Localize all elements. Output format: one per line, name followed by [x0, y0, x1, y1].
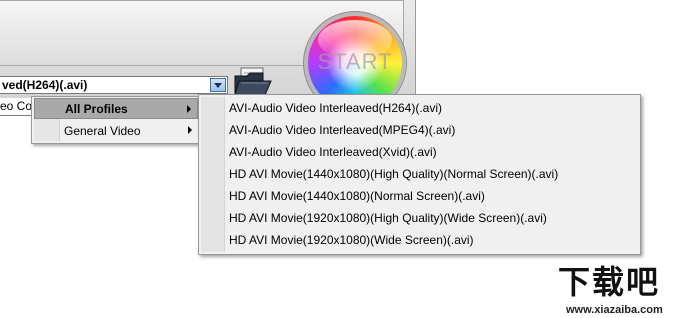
submenu-item[interactable]: HD AVI Movie(1920x1080)(Wide Screen)(.av… [229, 229, 474, 251]
profile-submenu: AVI-Audio Video Interleaved(H264)(.avi) … [198, 94, 641, 255]
site-watermark: 下载吧 www.xiazaiba.com [556, 262, 694, 318]
profile-select-value: ved(H264)(.avi) [2, 78, 88, 92]
menu-item-general-video[interactable]: General Video [34, 120, 198, 141]
profile-dropdown-button[interactable] [210, 78, 226, 92]
profile-select[interactable]: ved(H264)(.avi) [0, 76, 228, 94]
watermark-logo: 下载吧 [558, 263, 661, 301]
submenu-item[interactable]: AVI-Audio Video Interleaved(Xvid)(.avi) [229, 141, 437, 163]
submenu-item[interactable]: AVI-Audio Video Interleaved(H264)(.avi) [229, 97, 442, 119]
watermark-url: www.xiazaiba.com [566, 304, 663, 316]
chevron-right-icon [187, 105, 191, 113]
chevron-right-icon [188, 126, 192, 134]
submenu-gutter [201, 97, 225, 252]
chevron-down-icon [214, 82, 222, 88]
menu-item-label: All Profiles [65, 101, 128, 116]
submenu-item[interactable]: HD AVI Movie(1440x1080)(Normal Screen)(.… [229, 185, 485, 207]
folder-open-icon[interactable] [233, 62, 273, 98]
submenu-item[interactable]: AVI-Audio Video Interleaved(MPEG4)(.avi) [229, 119, 455, 141]
profile-category-menu: All Profiles General Video [31, 96, 201, 144]
submenu-item[interactable]: HD AVI Movie(1920x1080)(High Quality)(Wi… [229, 207, 547, 229]
menu-item-all-profiles[interactable]: All Profiles [34, 98, 198, 119]
start-button-label: START [317, 49, 393, 74]
menu-item-label: General Video [64, 123, 141, 138]
submenu-item[interactable]: HD AVI Movie(1440x1080)(High Quality)(No… [229, 163, 558, 185]
